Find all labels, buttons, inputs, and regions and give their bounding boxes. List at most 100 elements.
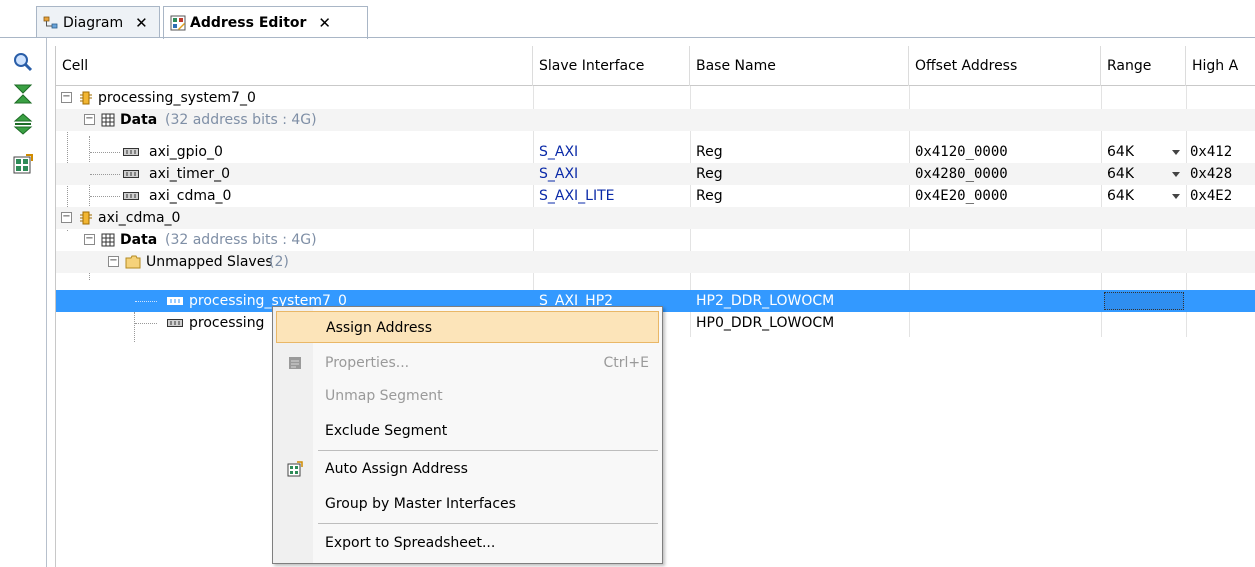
tree-connector [90, 152, 120, 153]
tree-connector [135, 323, 157, 324]
menu-item-shortcut: Ctrl+E [603, 355, 650, 371]
chevron-down-icon[interactable] [1172, 172, 1180, 177]
menu-separator [318, 523, 658, 524]
segment-icon [123, 170, 139, 178]
cell-base-name: Reg [696, 166, 723, 182]
menu-item-unmap-segment[interactable]: Unmap Segment [276, 380, 659, 412]
menu-item-export-to-spreadsheet[interactable]: Export to Spreadsheet... [276, 527, 659, 559]
cell-high-address: 0x428 [1190, 166, 1233, 182]
tab-address-editor[interactable]: Address Editor ✕ [163, 6, 368, 39]
cell-name: axi_gpio_0 [149, 144, 223, 160]
cell-name: processing_system7_0 [98, 90, 256, 106]
menu-item-label: Unmap Segment [325, 388, 443, 404]
menu-separator [318, 450, 658, 451]
cell-slave-interface[interactable]: S_AXI [539, 141, 578, 163]
table-row[interactable]: − axi_cdma_0 [56, 207, 1255, 229]
cell-range[interactable]: 64K [1107, 185, 1134, 207]
table-row[interactable]: − Data (32 address bits : 4G) [56, 109, 1255, 131]
editor-tab-bar: Diagram ✕ Address Editor ✕ [0, 0, 1255, 39]
folder-icon [125, 255, 141, 269]
auto-assign-icon[interactable] [12, 153, 34, 175]
cell-offset-address[interactable]: 0x4120_0000 [915, 141, 1008, 163]
tab-diagram[interactable]: Diagram ✕ [36, 6, 160, 38]
tab-diagram-label: Diagram [63, 14, 124, 31]
tab-diagram-close-icon[interactable]: ✕ [135, 14, 148, 32]
cell-base-name: Reg [696, 144, 723, 160]
table-row[interactable]: axi_cdma_0 S_AXI_LITE Reg 0x4E20_0000 64… [56, 185, 1255, 207]
cell-base-name: HP2_DDR_LOWOCM [696, 293, 835, 309]
table-row[interactable]: − Data (32 address bits : 4G) [56, 229, 1255, 251]
cell-base-name: Reg [696, 188, 723, 204]
tree-collapse-toggle[interactable]: − [84, 234, 95, 245]
tree-collapse-toggle[interactable]: − [84, 114, 95, 125]
menu-item-properties[interactable]: Properties... Ctrl+E [276, 347, 659, 379]
menu-item-label: Properties... [325, 355, 410, 371]
menu-item-label: Assign Address [326, 320, 433, 336]
ip-block-icon [80, 91, 92, 105]
chevron-down-icon[interactable] [1172, 194, 1180, 199]
menu-item-group-by-master-interfaces[interactable]: Group by Master Interfaces [276, 488, 659, 520]
tree-collapse-toggle[interactable]: − [108, 256, 119, 267]
cell-range[interactable]: 64K [1107, 163, 1134, 185]
column-header-range[interactable]: Range [1101, 46, 1186, 86]
collapse-all-icon[interactable] [12, 83, 34, 105]
cell-name: Unmapped Slaves [146, 254, 273, 270]
auto-assign-icon [287, 461, 303, 477]
segment-icon [123, 148, 139, 156]
properties-icon [289, 357, 301, 369]
cell-name: processing [189, 315, 265, 331]
cell-name: Data [120, 232, 158, 248]
cell-name: axi_timer_0 [149, 166, 231, 182]
menu-item-label: Export to Spreadsheet... [325, 535, 496, 551]
cell-high-address: 0x412 [1190, 144, 1233, 160]
tree-collapse-toggle[interactable]: − [61, 92, 72, 103]
tab-bar-divider [0, 37, 1255, 38]
range-cell-focus[interactable] [1104, 292, 1184, 310]
column-header-high-address[interactable]: High A [1186, 46, 1255, 86]
cell-address-info: (32 address bits : 4G) [165, 112, 317, 128]
context-menu: Assign Address Properties... Ctrl+E Unma… [272, 306, 663, 564]
segment-icon [167, 297, 183, 305]
menu-item-assign-address[interactable]: Assign Address [276, 311, 659, 343]
menu-item-exclude-segment[interactable]: Exclude Segment [276, 415, 659, 447]
cell-slave-interface[interactable]: S_AXI_LITE [539, 185, 615, 207]
cell-address-info: (32 address bits : 4G) [165, 232, 317, 248]
chevron-down-icon[interactable] [1172, 150, 1180, 155]
column-header-cell[interactable]: Cell [56, 46, 533, 86]
cell-slave-interface[interactable]: S_AXI [539, 163, 578, 185]
tree-connector [135, 301, 157, 302]
cell-count: (2) [269, 254, 289, 270]
table-row[interactable]: − Unmapped Slaves (2) [56, 251, 1255, 273]
table-row[interactable]: axi_gpio_0 S_AXI Reg 0x4120_0000 64K 0x4… [56, 141, 1255, 163]
table-row[interactable]: axi_timer_0 S_AXI Reg 0x4280_0000 64K 0x… [56, 163, 1255, 185]
diagram-icon [43, 16, 58, 28]
expand-all-icon[interactable] [12, 113, 34, 135]
cell-name: axi_cdma_0 [98, 210, 181, 226]
address-editor-icon [170, 15, 186, 31]
tab-address-editor-close-icon[interactable]: ✕ [318, 14, 331, 32]
segment-icon [123, 192, 139, 200]
column-header-base-name[interactable]: Base Name [690, 46, 909, 86]
menu-item-auto-assign-address[interactable]: Auto Assign Address [276, 453, 659, 485]
table-header: Cell Slave Interface Base Name Offset Ad… [56, 46, 1255, 86]
tree-collapse-toggle[interactable]: − [61, 212, 72, 223]
cell-offset-address[interactable]: 0x4280_0000 [915, 163, 1008, 185]
ip-block-icon [80, 211, 92, 225]
cell-name: axi_cdma_0 [149, 188, 232, 204]
cell-high-address: 0x4E2 [1190, 188, 1233, 204]
address-editor-toolbar [0, 38, 47, 567]
menu-item-label: Auto Assign Address [325, 461, 468, 477]
column-header-slave-interface[interactable]: Slave Interface [533, 46, 690, 86]
cell-offset-address[interactable]: 0x4E20_0000 [915, 185, 1008, 207]
segment-icon [167, 319, 183, 327]
menu-item-label: Exclude Segment [325, 423, 448, 439]
table-row[interactable]: − processing_system7_0 [56, 87, 1255, 109]
column-header-offset-address[interactable]: Offset Address [909, 46, 1101, 86]
cell-name: Data [120, 112, 158, 128]
tab-address-editor-label: Address Editor [190, 15, 307, 31]
tree-connector [90, 174, 120, 175]
search-icon[interactable] [12, 51, 34, 73]
menu-item-label: Group by Master Interfaces [325, 496, 516, 512]
cell-range[interactable]: 64K [1107, 141, 1134, 163]
cell-base-name: HP0_DDR_LOWOCM [696, 315, 835, 331]
